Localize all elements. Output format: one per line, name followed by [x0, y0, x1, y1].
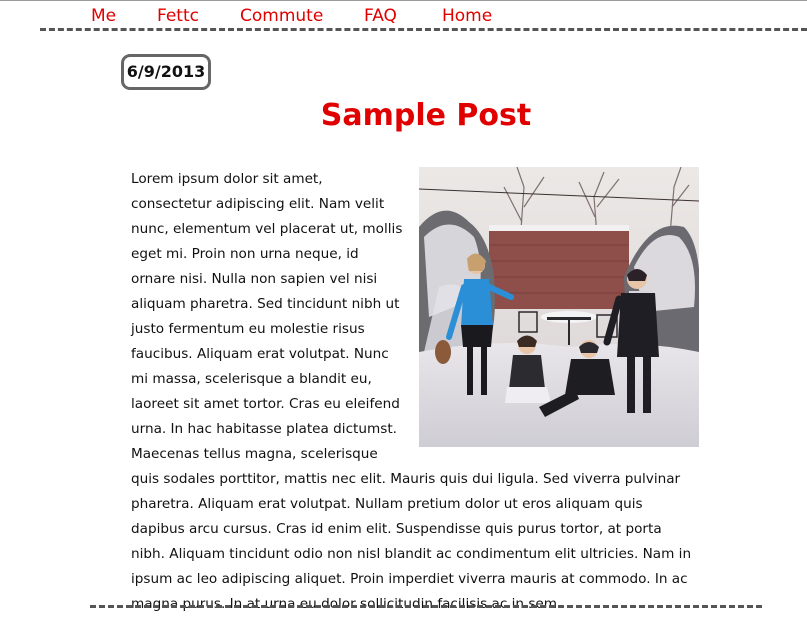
nav-link-home[interactable]: Home [442, 4, 492, 28]
nav-link-me[interactable]: Me [91, 4, 116, 28]
nav-link-fettc[interactable]: Fettc [157, 4, 199, 28]
post-title: Sample Post [320, 98, 532, 133]
post-date-badge: 6/9/2013 [121, 54, 211, 90]
post-body: Lorem ipsum dolor sit amet, consectetur … [131, 167, 699, 617]
nav-divider [40, 28, 807, 31]
post-photo [419, 167, 699, 447]
top-nav: Me Fettc Commute FAQ Home [0, 0, 807, 30]
nav-link-faq[interactable]: FAQ [364, 4, 397, 28]
nav-link-commute[interactable]: Commute [240, 4, 323, 28]
footer-divider [90, 605, 762, 608]
